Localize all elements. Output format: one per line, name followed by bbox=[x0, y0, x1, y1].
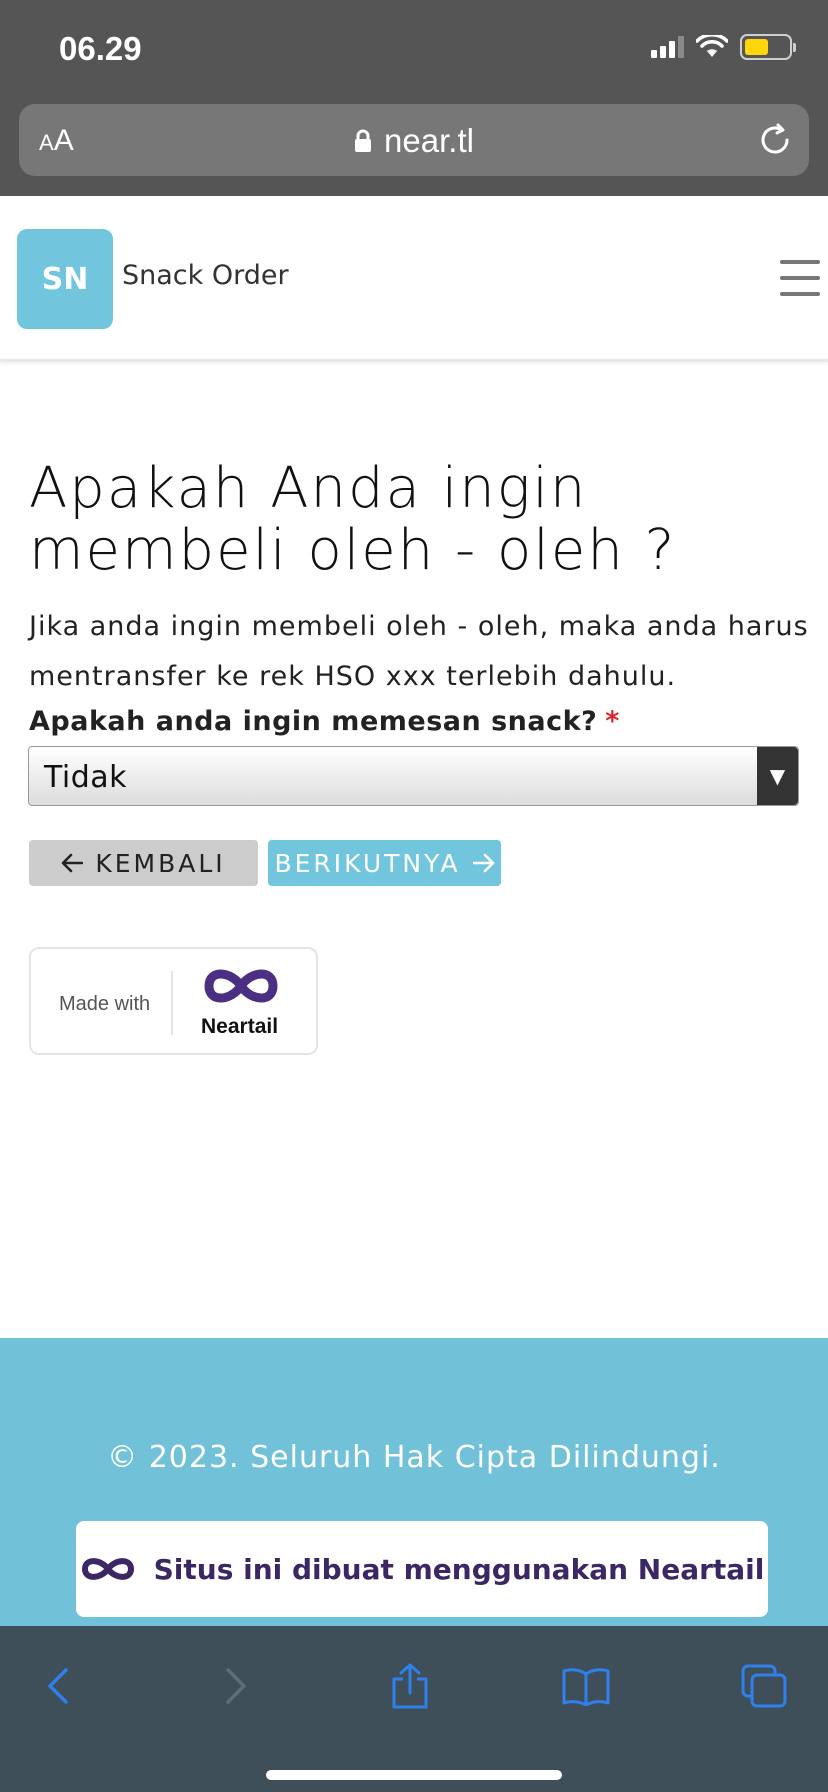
url-text: near.tl bbox=[384, 122, 474, 159]
status-time: 06.29 bbox=[59, 30, 142, 67]
required-mark: * bbox=[605, 706, 620, 737]
site-footer: © 2023. Seluruh Hak Cipta Dilindungi. Si… bbox=[0, 1338, 828, 1628]
badge-brand-text: Neartail bbox=[201, 1015, 279, 1038]
reload-icon[interactable] bbox=[759, 122, 793, 158]
neartail-footer-badge[interactable]: Situs ini dibuat menggunakan Neartail bbox=[76, 1521, 768, 1617]
page-title: Apakah Anda ingin membeli oleh - oleh ? bbox=[29, 456, 677, 583]
address-bar[interactable]: AA near.tl bbox=[19, 104, 809, 176]
next-button-label: BERIKUTNYA bbox=[274, 848, 461, 878]
share-button[interactable] bbox=[380, 1656, 440, 1716]
site-header: SN Snack Order bbox=[0, 196, 828, 362]
back-nav-button[interactable] bbox=[28, 1656, 88, 1716]
next-button[interactable]: BERIKUTNYA bbox=[268, 840, 501, 886]
back-button-label: KEMBALI bbox=[95, 848, 226, 878]
browser-bottom-toolbar bbox=[0, 1626, 828, 1792]
question-text: Apakah anda ingin memesan snack? bbox=[29, 706, 598, 737]
browser-top-bar: 06.29 AA near.tl bbox=[0, 0, 828, 196]
tabs-icon bbox=[741, 1664, 787, 1708]
battery-icon bbox=[740, 34, 796, 60]
arrow-right-icon bbox=[472, 853, 494, 873]
lock-icon bbox=[355, 129, 372, 152]
badge-divider bbox=[171, 971, 173, 1035]
neartail-logo-icon bbox=[81, 1558, 134, 1580]
forward-icon bbox=[226, 1668, 246, 1704]
copyright-text: © 2023. Seluruh Hak Cipta Dilindungi. bbox=[107, 1440, 721, 1475]
forward-nav-button[interactable] bbox=[206, 1656, 266, 1716]
snack-order-select[interactable]: Tidak ▼ bbox=[28, 746, 799, 806]
cellular-signal-icon bbox=[651, 36, 684, 58]
share-icon bbox=[392, 1663, 428, 1709]
menu-icon[interactable] bbox=[780, 260, 820, 296]
back-icon bbox=[48, 1668, 68, 1704]
question-label: Apakah anda ingin memesan snack? * bbox=[29, 706, 620, 737]
home-indicator bbox=[266, 1770, 562, 1780]
dropdown-arrow-icon[interactable]: ▼ bbox=[757, 747, 798, 805]
bookmarks-button[interactable] bbox=[556, 1656, 616, 1716]
neartail-logo-icon bbox=[204, 969, 278, 1003]
back-button[interactable]: KEMBALI bbox=[29, 840, 258, 886]
made-with-neartail-badge[interactable]: Made with Neartail bbox=[29, 947, 318, 1055]
select-value: Tidak bbox=[44, 760, 128, 795]
badge-made-with-text: Made with bbox=[59, 993, 151, 1015]
page-description: Jika anda ingin membeli oleh - oleh, mak… bbox=[29, 611, 809, 692]
site-logo[interactable]: SN bbox=[17, 229, 113, 329]
tabs-button[interactable] bbox=[734, 1656, 794, 1716]
footer-badge-text: Situs ini dibuat menggunakan Neartail bbox=[153, 1552, 765, 1586]
bookmarks-icon bbox=[562, 1668, 610, 1706]
arrow-left-icon bbox=[62, 853, 84, 873]
url-display[interactable]: near.tl bbox=[19, 122, 809, 160]
wifi-icon bbox=[696, 35, 728, 57]
status-icons bbox=[651, 34, 796, 60]
site-name[interactable]: Snack Order bbox=[122, 260, 289, 291]
